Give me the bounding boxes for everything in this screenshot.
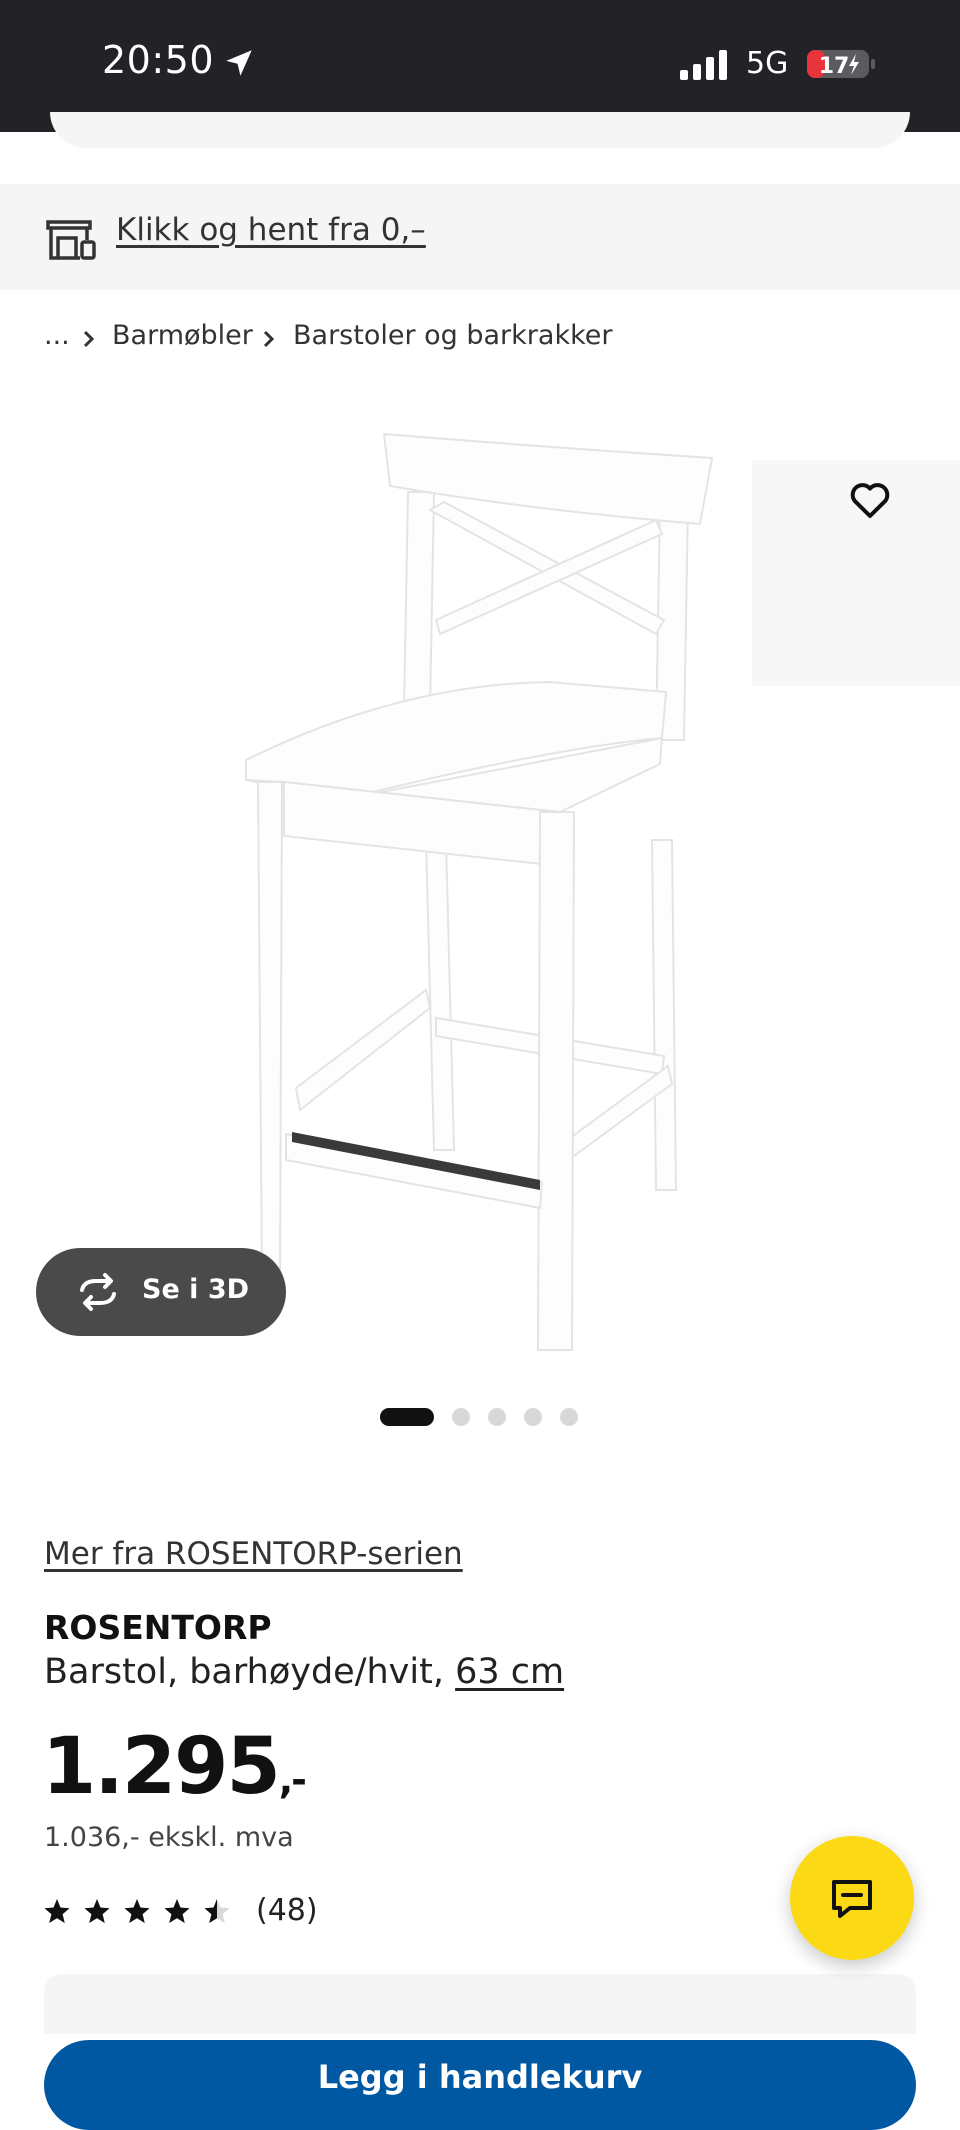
price: 1.295,- — [42, 1722, 307, 1812]
size-link[interactable]: 63 cm — [455, 1652, 564, 1692]
star-icon — [44, 1899, 70, 1923]
breadcrumb-item-barmobler[interactable]: Barmøbler — [112, 320, 253, 351]
review-count[interactable]: (48) — [256, 1893, 318, 1928]
rotate-3d-icon — [80, 1273, 116, 1311]
location-arrow-icon — [226, 50, 252, 76]
chat-icon — [832, 1880, 872, 1918]
price-main: 1.295 — [42, 1722, 281, 1812]
product-description-text: Barstol, barhøyde/hvit, — [44, 1652, 444, 1692]
heart-icon[interactable] — [846, 476, 894, 524]
carousel-dot[interactable] — [452, 1408, 470, 1426]
carousel-dot-active[interactable] — [380, 1408, 434, 1426]
search-bar-edge — [50, 112, 910, 148]
product-image[interactable] — [200, 420, 720, 1360]
chat-button[interactable] — [790, 1836, 914, 1960]
rating-stars[interactable] — [44, 1896, 236, 1928]
info-card-top — [44, 1974, 916, 2034]
add-to-cart-button[interactable]: Legg i handlekurv — [44, 2040, 916, 2130]
status-time: 20:50 — [102, 38, 215, 82]
view-3d-label: Se i 3D — [142, 1274, 250, 1305]
click-collect-link[interactable]: Klikk og hent fra 0,– — [116, 212, 426, 248]
network-type: 5G — [746, 46, 789, 81]
signal-icon — [680, 50, 727, 80]
store-icon — [46, 220, 96, 260]
price-suffix: ,- — [278, 1758, 307, 1802]
add-to-cart-label: Legg i handlekurv — [317, 2058, 643, 2096]
carousel-dot[interactable] — [560, 1408, 578, 1426]
breadcrumb-item-barstoler[interactable]: Barstoler og barkrakker — [293, 320, 612, 351]
battery-icon: 17 — [807, 50, 875, 79]
star-icon — [124, 1899, 150, 1923]
image-carousel-dots — [380, 1406, 580, 1426]
star-half-icon — [204, 1899, 230, 1923]
product-description: Barstol, barhøyde/hvit, 63 cm — [44, 1652, 564, 1692]
product-name: ROSENTORP — [44, 1608, 272, 1647]
breadcrumb-ellipsis[interactable]: ... — [44, 320, 70, 351]
view-3d-button[interactable]: Se i 3D — [36, 1248, 286, 1336]
carousel-dot[interactable] — [524, 1408, 542, 1426]
price-excl-vat: 1.036,- ekskl. mva — [44, 1822, 294, 1853]
carousel-dot[interactable] — [488, 1408, 506, 1426]
series-link[interactable]: Mer fra ROSENTORP-serien — [44, 1536, 463, 1572]
chevron-right-icon — [263, 330, 275, 348]
star-icon — [84, 1899, 110, 1923]
chevron-right-icon — [83, 330, 95, 348]
star-icon — [164, 1899, 190, 1923]
battery-level: 17 — [819, 54, 850, 79]
